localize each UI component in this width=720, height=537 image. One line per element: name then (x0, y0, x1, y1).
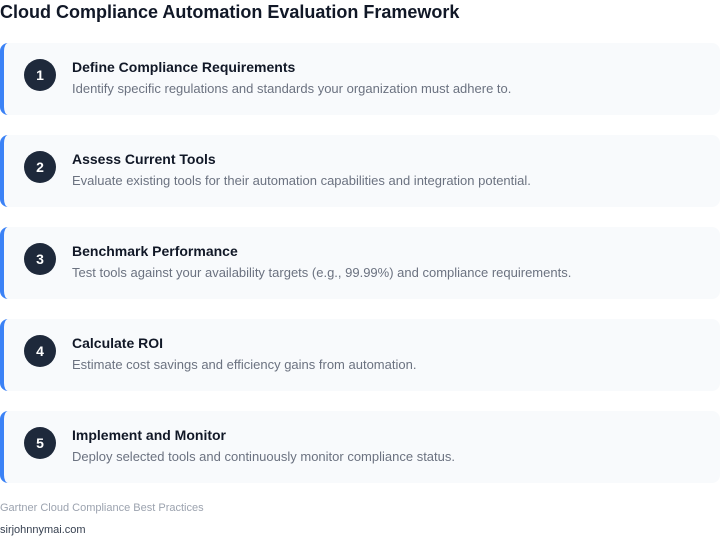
step-title: Define Compliance Requirements (72, 59, 296, 75)
step-title: Assess Current Tools (72, 151, 216, 167)
steps-list: 1 Define Compliance Requirements Identif… (0, 43, 720, 503)
step-title: Implement and Monitor (72, 427, 226, 443)
step-number-badge: 3 (24, 243, 56, 275)
step-description: Evaluate existing tools for their automa… (72, 173, 531, 188)
step-card: 5 Implement and Monitor Deploy selected … (0, 411, 720, 483)
step-card: 4 Calculate ROI Estimate cost savings an… (0, 319, 720, 391)
step-description: Estimate cost savings and efficiency gai… (72, 357, 417, 372)
page-title: Cloud Compliance Automation Evaluation F… (0, 2, 460, 22)
step-description: Test tools against your availability tar… (72, 265, 572, 280)
step-number-badge: 2 (24, 151, 56, 183)
site-credit: sirjohnnymai.com (0, 524, 86, 536)
step-number-badge: 4 (24, 335, 56, 367)
step-title: Benchmark Performance (72, 243, 238, 259)
step-number-badge: 5 (24, 427, 56, 459)
step-card: 2 Assess Current Tools Evaluate existing… (0, 135, 720, 207)
step-title: Calculate ROI (72, 335, 164, 351)
step-number-badge: 1 (24, 59, 56, 91)
step-card: 1 Define Compliance Requirements Identif… (0, 43, 720, 115)
step-description: Identify specific regulations and standa… (72, 81, 512, 96)
source-note: Gartner Cloud Compliance Best Practices (0, 502, 204, 514)
step-description: Deploy selected tools and continuously m… (72, 449, 455, 464)
step-card: 3 Benchmark Performance Test tools again… (0, 227, 720, 299)
